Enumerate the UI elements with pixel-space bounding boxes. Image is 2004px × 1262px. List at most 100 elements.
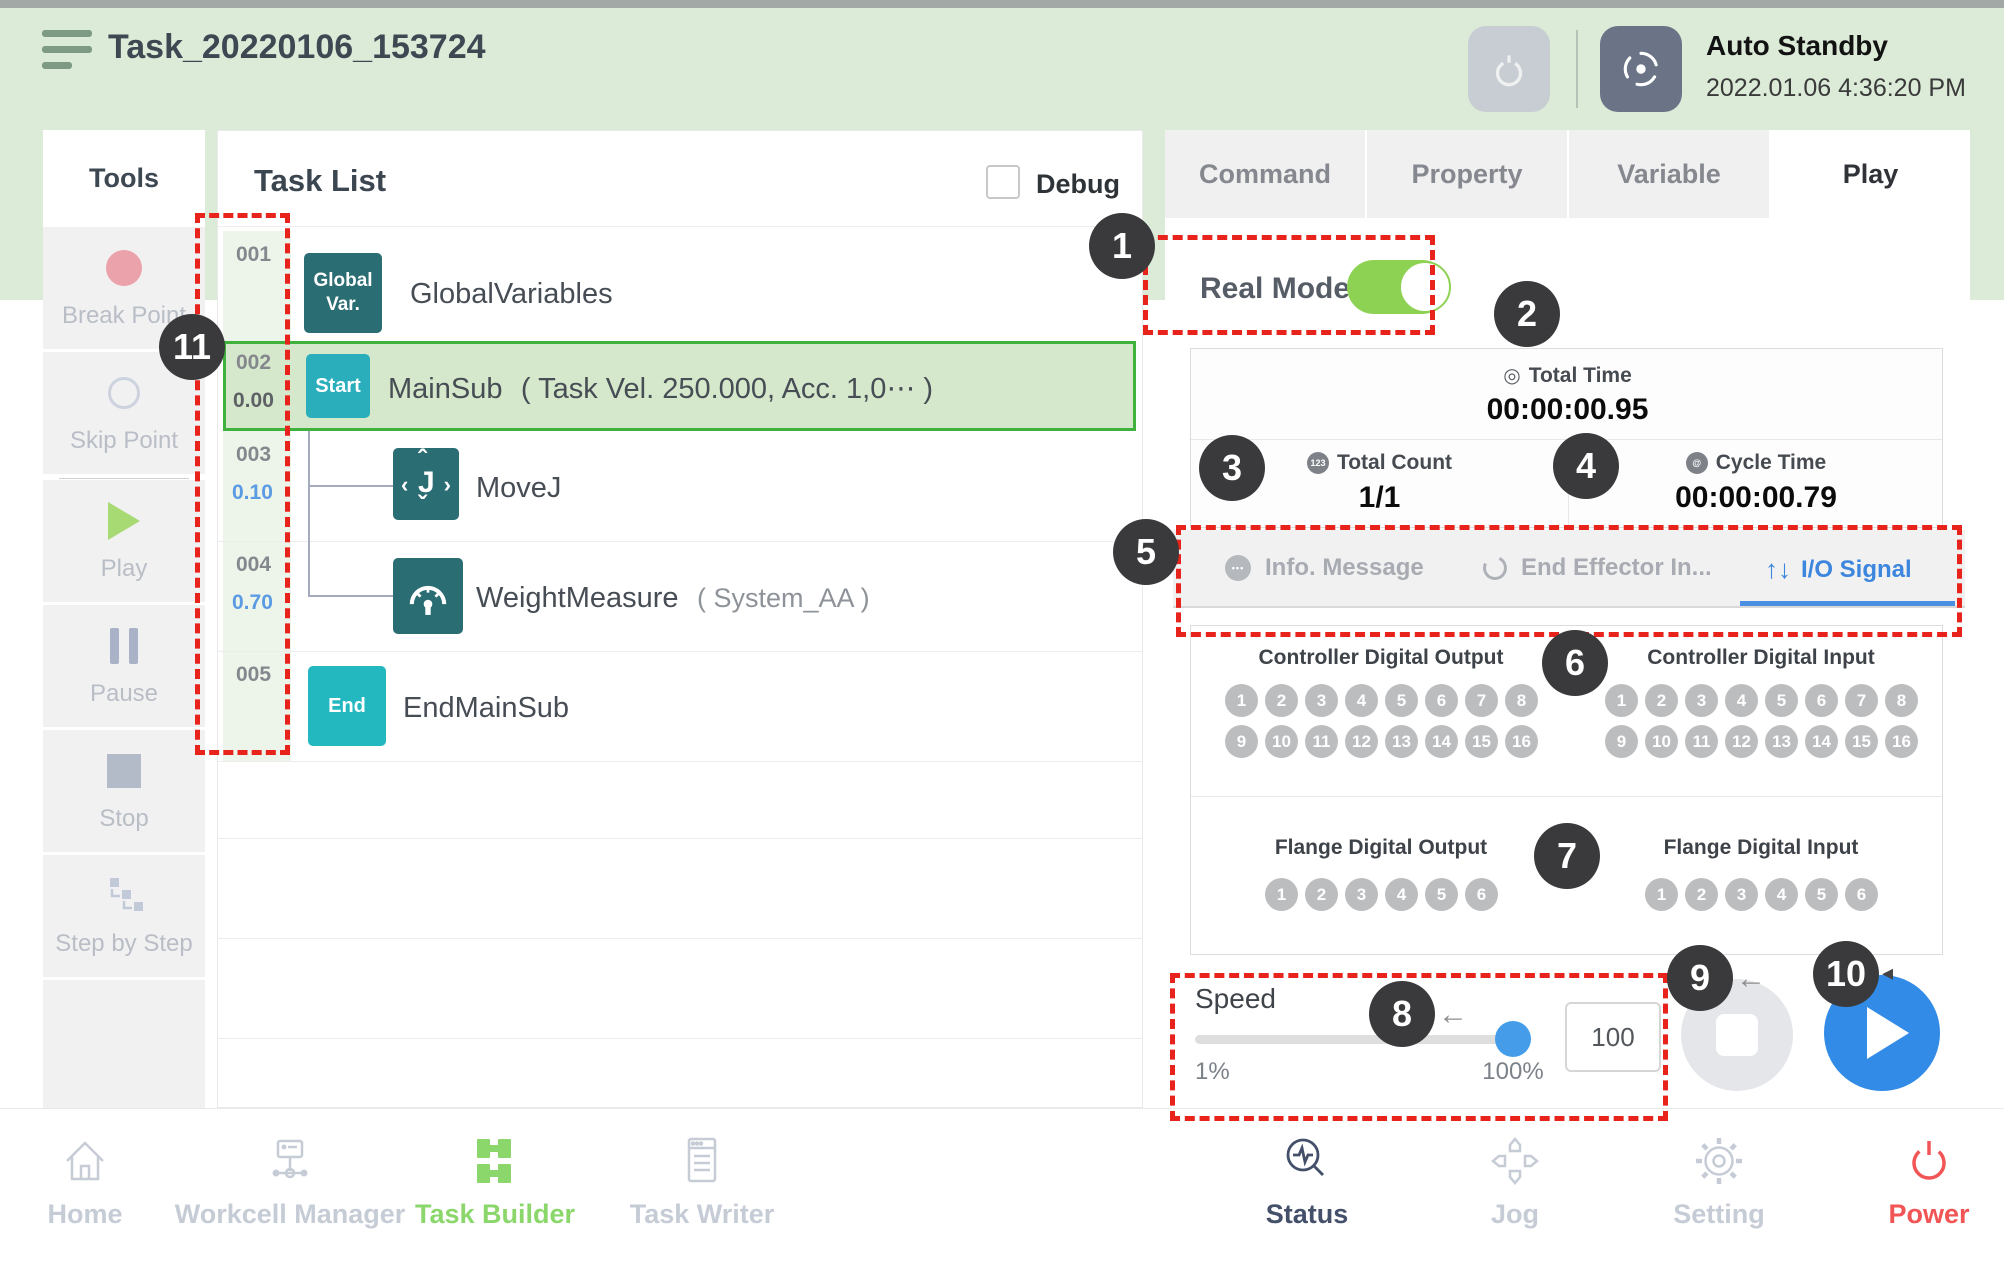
screen-top-strip bbox=[0, 0, 2004, 8]
tab-play[interactable]: Play bbox=[1771, 130, 1970, 218]
tree-connector bbox=[308, 595, 393, 597]
io-dot-5: 5 bbox=[1765, 684, 1798, 717]
nav-status[interactable]: Status bbox=[1187, 1127, 1427, 1230]
step-by-step-button[interactable]: Step by Step bbox=[43, 855, 205, 977]
io-dot-6: 6 bbox=[1805, 684, 1838, 717]
setting-icon bbox=[1691, 1133, 1747, 1189]
total-time-icon: ◎ bbox=[1503, 363, 1520, 388]
io-dot-6: 6 bbox=[1845, 878, 1878, 911]
play-tool-button[interactable]: Play bbox=[43, 480, 205, 602]
start-icon: Start bbox=[306, 354, 370, 418]
io-dot-3: 3 bbox=[1725, 878, 1758, 911]
robot-mode-status: Auto Standby bbox=[1706, 30, 1888, 62]
highlight-box-real-mode bbox=[1143, 235, 1435, 335]
task-builder-icon bbox=[467, 1133, 523, 1189]
io-dot-8: 8 bbox=[1885, 684, 1918, 717]
datetime: 2022.01.06 4:36:20 PM bbox=[1706, 74, 1966, 103]
controller-output-label: Controller Digital Output bbox=[1231, 646, 1531, 670]
end-effector-button[interactable] bbox=[1468, 26, 1550, 112]
io-dot-1: 1 bbox=[1225, 684, 1258, 717]
nav-task-builder[interactable]: Task Builder bbox=[375, 1127, 615, 1230]
end-icon: End bbox=[308, 666, 386, 746]
power-icon bbox=[1901, 1133, 1957, 1189]
task-row[interactable]: WeightMeasure ( System_AA ) bbox=[476, 582, 870, 615]
task-list-title: Task List bbox=[254, 163, 386, 199]
highlight-box-line-numbers bbox=[195, 213, 290, 755]
io-dot-4: 4 bbox=[1765, 878, 1798, 911]
io-dot-2: 2 bbox=[1645, 684, 1678, 717]
io-dot-5: 5 bbox=[1805, 878, 1838, 911]
robot-state-button[interactable] bbox=[1600, 26, 1682, 112]
flange-input-dots: 123456 bbox=[1645, 878, 1878, 911]
task-row[interactable]: EndMainSub bbox=[403, 692, 569, 725]
controller-input-label: Controller Digital Input bbox=[1611, 646, 1911, 670]
io-dot-3: 3 bbox=[1345, 878, 1378, 911]
io-dot-11: 11 bbox=[1685, 725, 1718, 758]
io-dot-1: 1 bbox=[1265, 878, 1298, 911]
io-dot-12: 12 bbox=[1725, 725, 1758, 758]
io-dot-6: 6 bbox=[1465, 878, 1498, 911]
stop-tool-button[interactable]: Stop bbox=[43, 730, 205, 852]
controller-output-dots: 12345678910111213141516 bbox=[1225, 684, 1538, 758]
io-dot-2: 2 bbox=[1305, 878, 1338, 911]
io-dot-5: 5 bbox=[1385, 684, 1418, 717]
menu-icon[interactable] bbox=[42, 30, 92, 78]
callout-1: 1 bbox=[1089, 213, 1155, 279]
weight-measure-icon bbox=[393, 558, 463, 634]
io-dot-9: 9 bbox=[1225, 725, 1258, 758]
stop-square-icon bbox=[1716, 1014, 1758, 1056]
callout-7: 7 bbox=[1534, 823, 1600, 889]
gripper-icon bbox=[1486, 46, 1532, 92]
io-dot-1: 1 bbox=[1645, 878, 1678, 911]
callout-2: 2 bbox=[1494, 281, 1560, 347]
status-icon bbox=[1279, 1133, 1335, 1189]
nav-task-writer[interactable]: Task Writer bbox=[582, 1127, 822, 1230]
callout-4: 4 bbox=[1553, 433, 1619, 499]
io-dot-10: 10 bbox=[1645, 725, 1678, 758]
callout-10: 10 bbox=[1813, 941, 1879, 1007]
io-dot-13: 13 bbox=[1385, 725, 1418, 758]
tab-property[interactable]: Property bbox=[1367, 130, 1567, 218]
task-row[interactable]: GlobalVariables bbox=[410, 278, 613, 311]
nav-setting[interactable]: Setting bbox=[1599, 1127, 1839, 1230]
pause-tool-button[interactable]: Pause bbox=[43, 605, 205, 727]
callout-6: 6 bbox=[1542, 630, 1608, 696]
io-dot-4: 4 bbox=[1385, 878, 1418, 911]
controller-input-dots: 12345678910111213141516 bbox=[1605, 684, 1918, 758]
stop-icon bbox=[107, 754, 141, 788]
io-dot-2: 2 bbox=[1685, 878, 1718, 911]
tab-command[interactable]: Command bbox=[1165, 130, 1365, 218]
io-dot-11: 11 bbox=[1305, 725, 1338, 758]
task-writer-icon bbox=[674, 1133, 730, 1189]
workcell-manager-icon bbox=[262, 1133, 318, 1189]
io-dot-4: 4 bbox=[1345, 684, 1378, 717]
io-dot-15: 15 bbox=[1465, 725, 1498, 758]
io-dot-14: 14 bbox=[1805, 725, 1838, 758]
play-icon bbox=[108, 502, 140, 540]
tab-variable[interactable]: Variable bbox=[1569, 130, 1769, 218]
cycle-time-value: 00:00:00.79 bbox=[1568, 481, 1944, 515]
io-dot-12: 12 bbox=[1345, 725, 1378, 758]
io-dot-16: 16 bbox=[1885, 725, 1918, 758]
nav-power[interactable]: Power bbox=[1809, 1127, 2004, 1230]
io-dot-3: 3 bbox=[1305, 684, 1338, 717]
task-row[interactable]: MainSub ( Task Vel. 250.000, Acc. 1,0⋯ ) bbox=[388, 371, 933, 406]
movej-icon: J ‹ › ˆ ˇ bbox=[393, 448, 459, 520]
io-dot-16: 16 bbox=[1505, 725, 1538, 758]
debug-checkbox[interactable] bbox=[986, 165, 1020, 199]
header-divider bbox=[1576, 30, 1578, 108]
callout-5: 5 bbox=[1113, 519, 1179, 585]
break-point-icon bbox=[106, 250, 142, 286]
page-title: Task_20220106_153724 bbox=[108, 28, 486, 67]
tools-divider bbox=[59, 478, 189, 479]
cycle-time-label-row: @ Cycle Time bbox=[1568, 451, 1944, 475]
home-icon bbox=[57, 1133, 113, 1189]
total-time-label-row: ◎ Total Time bbox=[1191, 363, 1944, 388]
highlight-box-subtabs bbox=[1176, 525, 1962, 637]
nav-workcell-manager[interactable]: Workcell Manager bbox=[170, 1127, 410, 1230]
tree-connector bbox=[308, 485, 393, 487]
task-row[interactable]: MoveJ bbox=[476, 472, 561, 505]
io-dot-1: 1 bbox=[1605, 684, 1638, 717]
flange-output-label: Flange Digital Output bbox=[1231, 836, 1531, 860]
bottom-navigation: Home Workcell Manager Task Builder Task … bbox=[0, 1108, 2004, 1262]
